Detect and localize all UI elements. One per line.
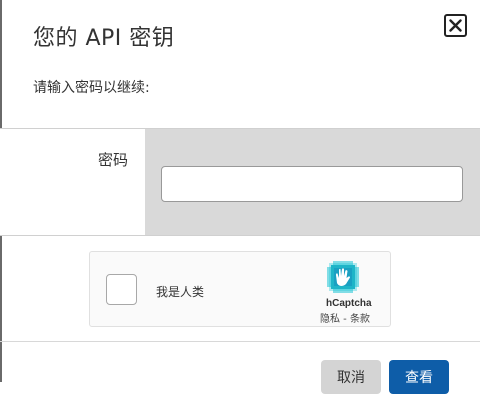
password-input[interactable] — [161, 166, 463, 202]
view-button[interactable]: 查看 — [389, 360, 449, 394]
human-checkbox-label: 我是人类 — [156, 285, 205, 299]
hcaptcha-brand: hCaptcha — [326, 298, 372, 309]
password-label: 密码 — [97, 151, 128, 169]
dialog-prompt: 请输入密码以继续: — [33, 80, 150, 96]
human-checkbox[interactable] — [106, 274, 137, 305]
hcaptcha-privacy-terms-links[interactable]: 隐私 - 条款 — [320, 310, 370, 325]
password-input-cell — [145, 129, 480, 235]
dialog-title: 您的 API 密钥 — [33, 26, 175, 51]
footer-divider — [0, 341, 480, 342]
cancel-button[interactable]: 取消 — [321, 360, 381, 394]
hcaptcha-hand-icon — [327, 261, 359, 293]
password-label-cell: 密码 — [0, 129, 145, 235]
close-icon — [449, 19, 462, 32]
close-button[interactable] — [444, 14, 467, 37]
hcaptcha-widget: 我是人类 hCaptcha 隐私 - 条款 — [89, 251, 391, 327]
password-row: 密码 — [0, 128, 480, 236]
